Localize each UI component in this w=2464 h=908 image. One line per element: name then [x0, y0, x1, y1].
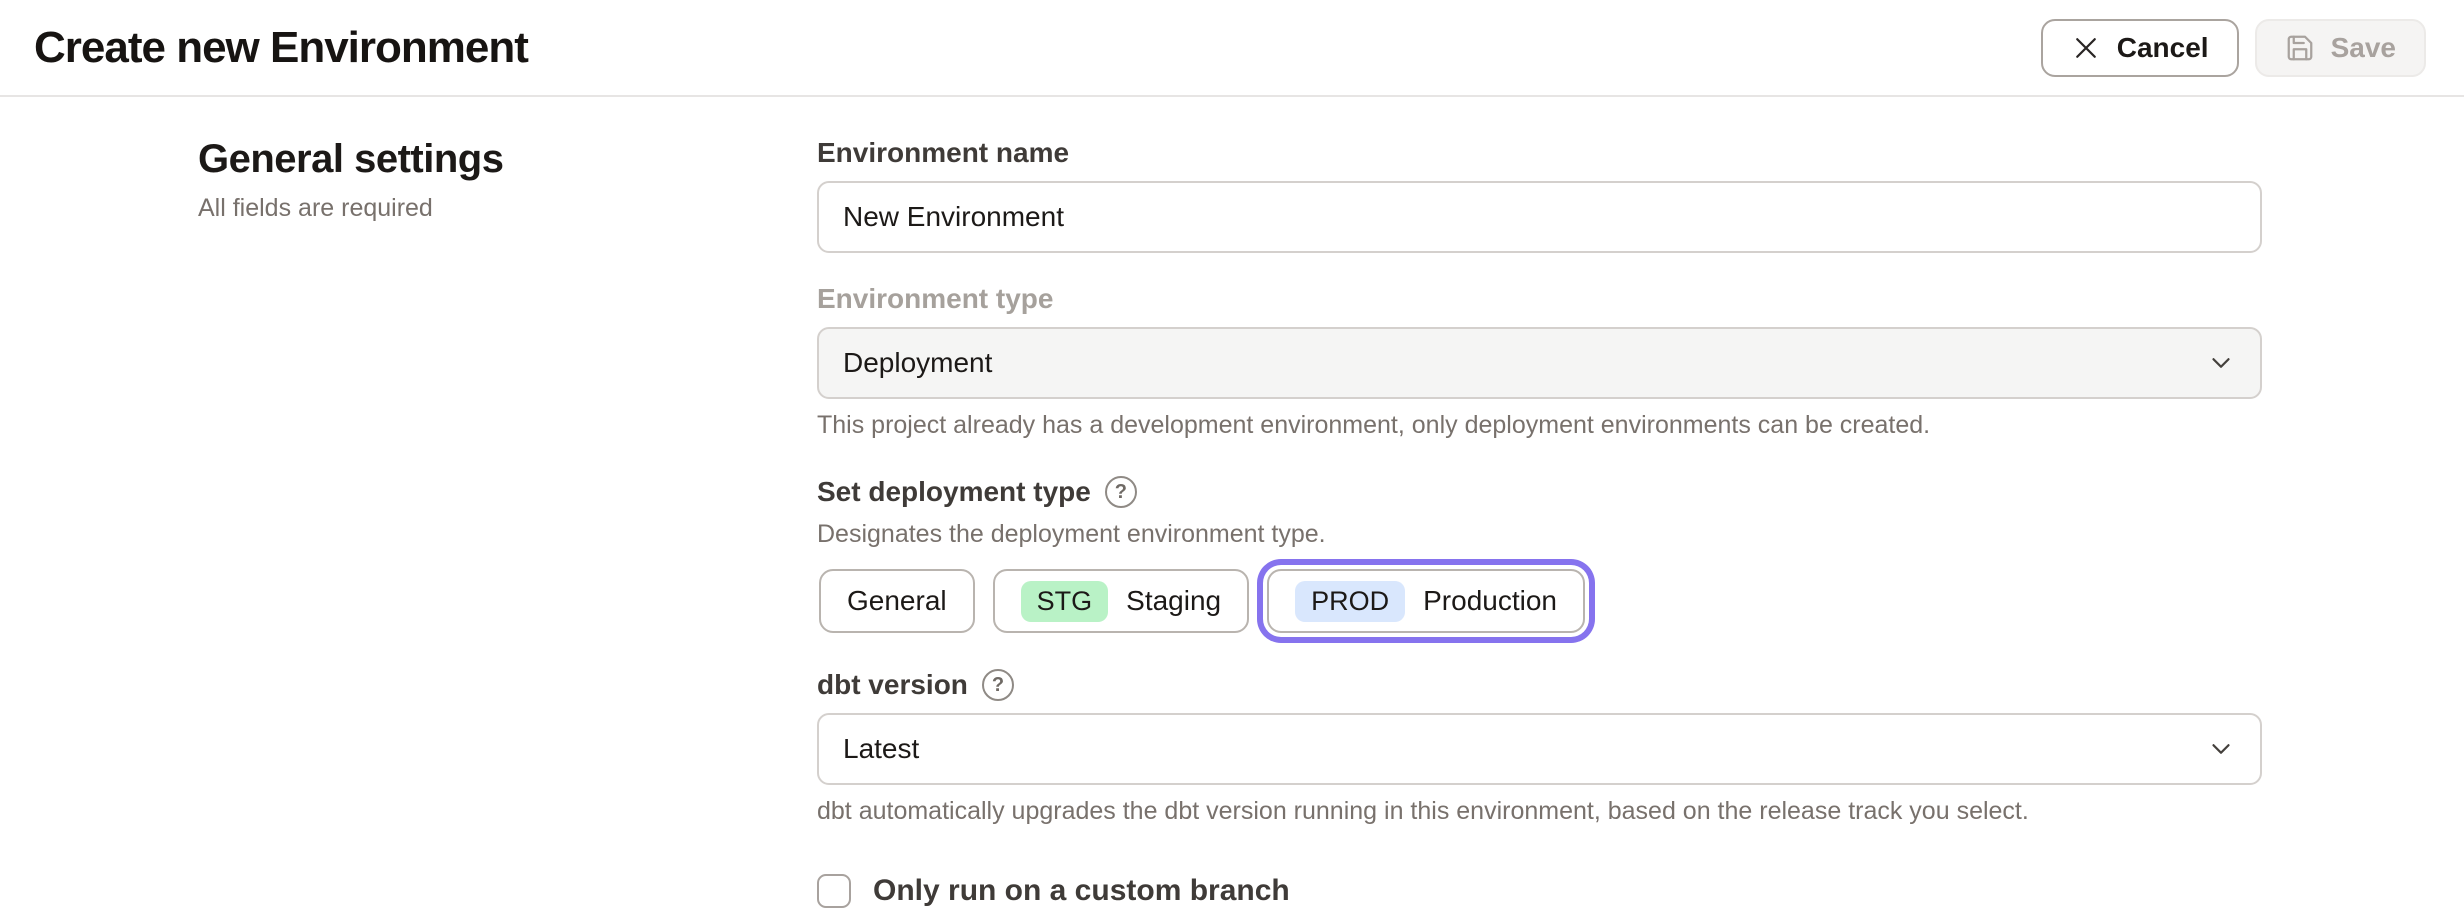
dbt-version-value: Latest — [843, 733, 919, 765]
help-icon[interactable]: ? — [982, 669, 1014, 701]
dbt-version-note: dbt automatically upgrades the dbt versi… — [817, 797, 2262, 826]
page-body: General settings All fields are required… — [0, 97, 2464, 908]
close-icon — [2071, 33, 2101, 63]
environment-form: Environment name Environment type Deploy… — [817, 97, 2262, 908]
field-environment-type: Environment type Deployment This project… — [817, 283, 2262, 440]
deployment-type-label: Set deployment type ? — [817, 476, 2262, 508]
custom-branch-checkbox[interactable] — [817, 874, 851, 908]
option-label: General — [847, 585, 947, 617]
custom-branch-row: Only run on a custom branch — [817, 874, 2262, 908]
create-environment-page: Create new Environment Cancel Save Gener… — [0, 0, 2464, 908]
environment-name-input[interactable] — [817, 181, 2262, 253]
option-label: Production — [1423, 585, 1557, 617]
deployment-type-option-general[interactable]: General — [819, 569, 975, 633]
chevron-down-icon — [2206, 734, 2236, 764]
page-header: Create new Environment Cancel Save — [0, 0, 2464, 97]
option-label: Staging — [1126, 585, 1221, 617]
save-label: Save — [2331, 32, 2396, 64]
environment-type-label: Environment type — [817, 283, 2262, 315]
field-deployment-type: Set deployment type ? Designates the dep… — [817, 476, 2262, 633]
field-dbt-version: dbt version ? Latest dbt automatically u… — [817, 669, 2262, 826]
staging-badge: STG — [1021, 581, 1109, 622]
chevron-down-icon — [2206, 348, 2236, 378]
section-subheading: All fields are required — [198, 194, 618, 223]
dbt-version-label-text: dbt version — [817, 669, 968, 701]
environment-type-note: This project already has a development e… — [817, 411, 2262, 440]
environment-type-select[interactable]: Deployment — [817, 327, 2262, 399]
deployment-type-option-production[interactable]: PROD Production — [1267, 569, 1585, 633]
help-icon[interactable]: ? — [1105, 476, 1137, 508]
field-environment-name: Environment name — [817, 137, 2262, 253]
deployment-type-description: Designates the deployment environment ty… — [817, 520, 2262, 549]
production-badge: PROD — [1295, 581, 1405, 622]
save-button[interactable]: Save — [2255, 19, 2426, 77]
save-icon — [2285, 33, 2315, 63]
dbt-version-label: dbt version ? — [817, 669, 2262, 701]
page-title: Create new Environment — [34, 23, 528, 73]
dbt-version-select[interactable]: Latest — [817, 713, 2262, 785]
cancel-label: Cancel — [2117, 32, 2209, 64]
custom-branch-label[interactable]: Only run on a custom branch — [873, 874, 1290, 908]
environment-name-label: Environment name — [817, 137, 2262, 169]
deployment-type-options: General STG Staging PROD Production — [817, 569, 2262, 633]
environment-type-value: Deployment — [843, 347, 992, 379]
header-actions: Cancel Save — [2041, 19, 2426, 77]
cancel-button[interactable]: Cancel — [2041, 19, 2239, 77]
section-heading: General settings — [198, 137, 618, 182]
settings-section-intro: General settings All fields are required — [198, 97, 618, 223]
deployment-type-label-text: Set deployment type — [817, 476, 1091, 508]
deployment-type-option-staging[interactable]: STG Staging — [993, 569, 1249, 633]
